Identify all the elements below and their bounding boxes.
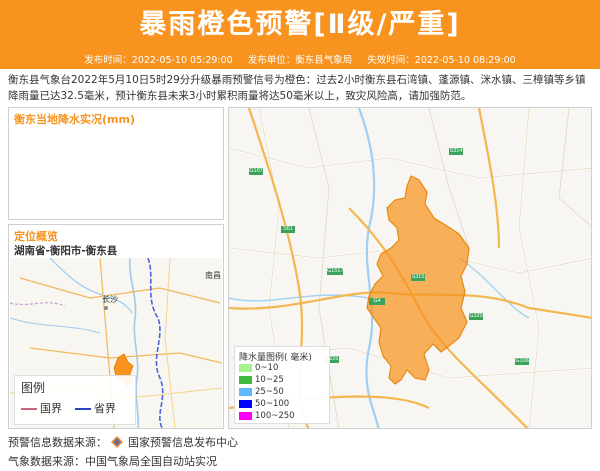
provincial-border-line-icon — [75, 408, 91, 410]
road-label: G1517 — [327, 268, 344, 274]
expire-time: 失效时间：2022-05-10 08:29:00 — [367, 55, 516, 66]
rain-swatch-icon — [239, 363, 252, 372]
rain-legend-title: 降水量图例( 毫米) — [239, 353, 312, 363]
warning-description: 衡东县气象台2022年5月10日5时29分升级暴雨预警信号为橙色：过去2小时衡东… — [8, 74, 586, 102]
road-label: G106 — [515, 358, 529, 364]
overview-map[interactable]: 长沙 南昌 图例 国界 省界 — [10, 258, 222, 428]
legend-provincial-border: 省界 — [75, 400, 116, 416]
rain-legend-label: 50~100 — [255, 399, 290, 409]
rain-legend-item: 25~50 — [239, 387, 284, 398]
road-label: S61 — [283, 226, 293, 232]
rain-legend-item: 50~100 — [239, 399, 289, 410]
issuer: 发布单位：衡东县气象局 — [247, 55, 353, 66]
rain-legend-item: 0~10 — [239, 363, 278, 374]
road-label: S315 — [411, 274, 425, 280]
overview-legend-title: 图例 — [21, 381, 46, 395]
source-line: 预警信息数据来源： 国家预警信息发布中心 — [8, 434, 238, 450]
rain-legend-label: 10~25 — [255, 375, 284, 385]
rain-legend: 降水量图例( 毫米) 0~10 10~25 25~50 50~100 100~2… — [234, 346, 330, 424]
issue-time: 发布时间：2022-05-10 05:29:00 — [84, 55, 233, 66]
city-label-changsha: 长沙 — [102, 295, 118, 304]
rain-legend-item: 10~25 — [239, 375, 284, 386]
rain-legend-label: 0~10 — [255, 363, 279, 373]
warning-center-logo-icon — [110, 436, 123, 448]
location-panel-title: 定位概览 — [14, 230, 58, 243]
national-border-label: 国界 — [40, 402, 62, 415]
location-overview-panel: 定位概览 湖南省-衡阳市-衡东县 长沙 南昌 图例 国界 省界 — [8, 224, 224, 429]
rain-swatch-icon — [239, 387, 252, 396]
road-label: G107 — [249, 168, 263, 174]
rain-legend-item: 100~250 — [239, 411, 295, 422]
rain-swatch-icon — [239, 411, 252, 420]
rain-legend-label: 100~250 — [255, 411, 295, 421]
warning-meta-bar: 发布时间：2022-05-10 05:29:00 发布单位：衡东县气象局 失效时… — [0, 52, 600, 69]
source-org: 国家预警信息发布中心 — [128, 436, 238, 449]
legend-national-border: 国界 — [21, 400, 62, 416]
rain-swatch-icon — [239, 399, 252, 408]
warning-title: 暴雨橙色预警[Ⅱ级/严重] — [139, 9, 461, 40]
location-path: 湖南省-衡阳市-衡东县 — [14, 245, 118, 257]
city-label-nanchang: 南昌 — [205, 271, 221, 280]
road-label: S225 — [325, 356, 339, 362]
road-label: S314 — [449, 148, 463, 154]
provincial-border-label: 省界 — [94, 402, 116, 415]
rain-swatch-icon — [239, 375, 252, 384]
warning-area-map[interactable]: 降水量图例( 毫米) 0~10 10~25 25~50 50~100 100~2… — [228, 107, 592, 429]
rain-legend-label: 25~50 — [255, 387, 284, 397]
rain-panel-title: 衡东当地降水实况(mm) — [14, 113, 135, 126]
source-prefix: 预警信息数据来源： — [8, 436, 107, 449]
road-label: G4 — [373, 298, 381, 304]
road-label: G320 — [469, 313, 483, 319]
rain-observation-panel: 衡东当地降水实况(mm) — [8, 107, 224, 220]
national-border-line-icon — [21, 408, 37, 410]
weather-data-source: 气象数据来源：中国气象局全国自动站实况 — [8, 455, 217, 468]
overview-legend: 图例 国界 省界 — [14, 375, 136, 425]
